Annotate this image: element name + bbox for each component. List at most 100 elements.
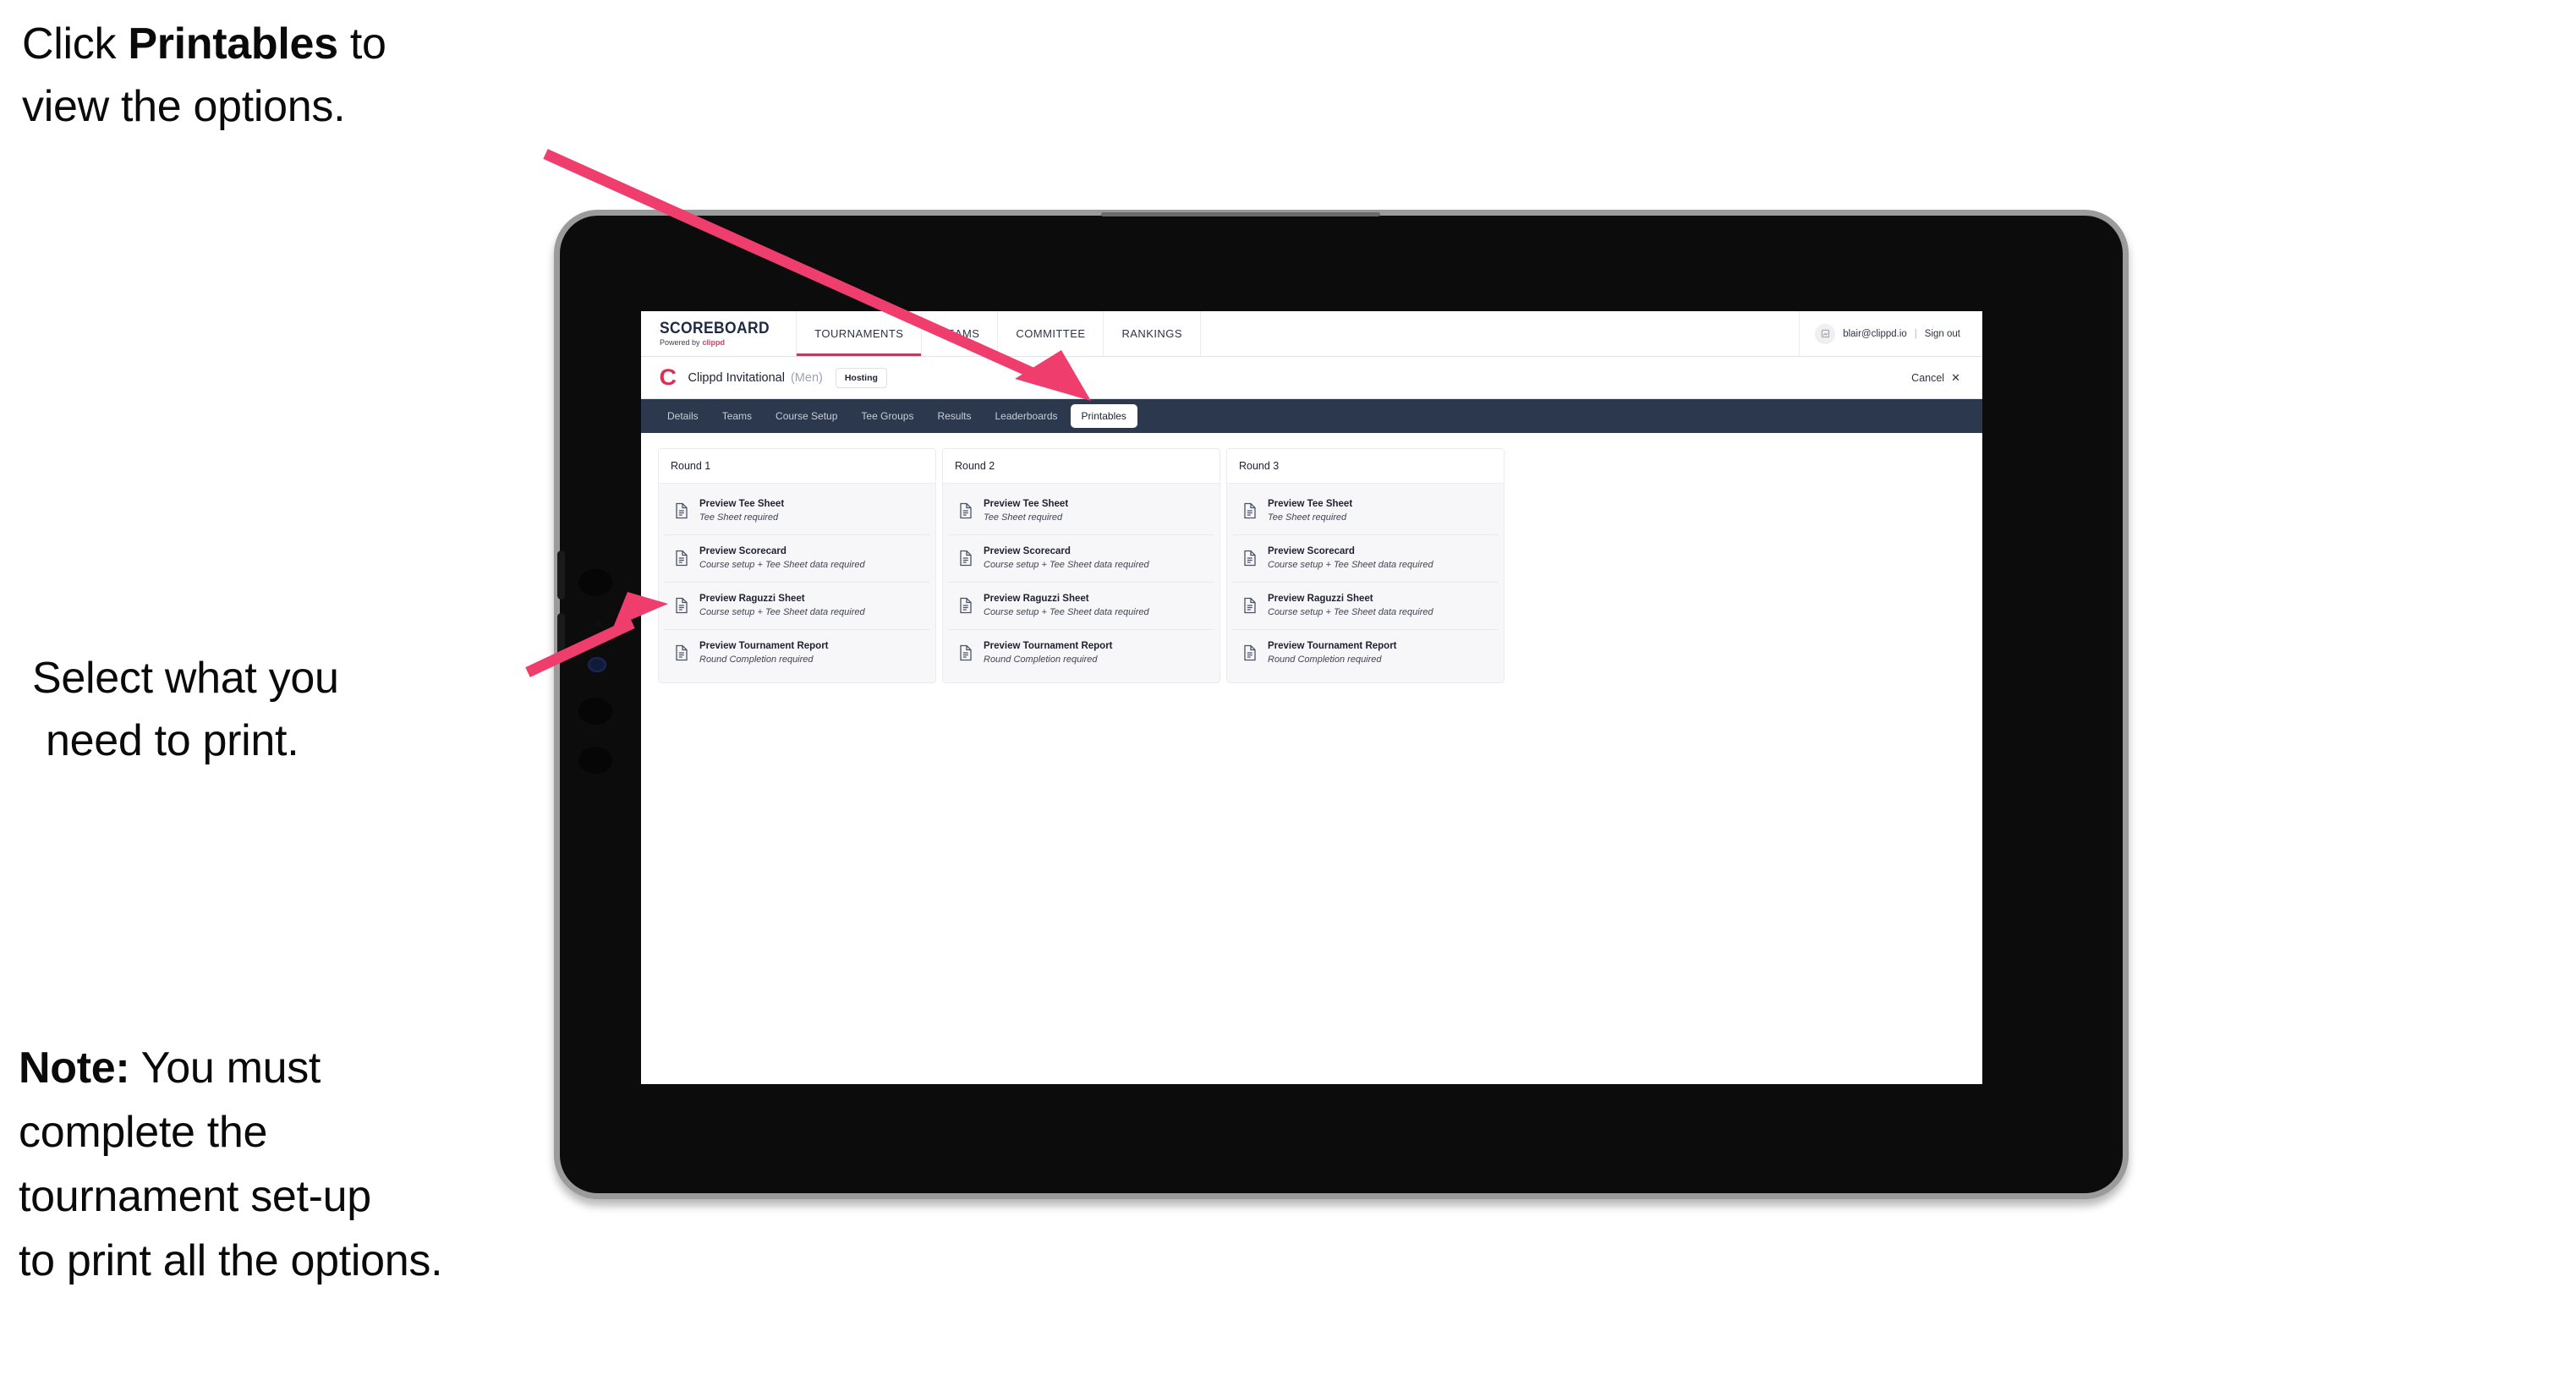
annotation-1-tail: to	[337, 19, 386, 68]
printable-subtitle: Course setup + Tee Sheet data required	[984, 560, 1149, 571]
volume-up-button[interactable]	[557, 551, 565, 600]
topnav-item-teams[interactable]: TEAMS	[922, 311, 999, 356]
printable-text: Preview Tee Sheet Tee Sheet required	[699, 499, 784, 523]
round-items: Preview Tee Sheet Tee Sheet required Pre…	[659, 484, 935, 683]
printable-title: Preview Tee Sheet	[1268, 499, 1353, 509]
document-icon	[958, 550, 973, 567]
printable-title: Preview Tournament Report	[699, 640, 829, 651]
printable-title: Preview Scorecard	[1268, 545, 1355, 556]
cancel-label: Cancel	[1911, 371, 1945, 384]
annotation-1-lead: Click	[22, 19, 129, 68]
printable-subtitle: Tee Sheet required	[1268, 512, 1347, 523]
topnav-item-tournaments[interactable]: TOURNAMENTS	[797, 311, 923, 356]
printable-title: Preview Raguzzi Sheet	[984, 593, 1089, 604]
topnav-item-rankings[interactable]: RANKINGS	[1104, 311, 1201, 356]
printable-item[interactable]: Preview Scorecard Course setup + Tee She…	[664, 534, 930, 583]
tablet-device-mockup: SCOREBOARD Powered by clippd TOURNAMENTS…	[554, 210, 2129, 1199]
round-column: Round 3 Preview Tee Sheet Tee Sheet requ…	[1226, 448, 1504, 684]
clippd-wordmark: clippd	[702, 338, 726, 347]
document-icon	[674, 597, 689, 614]
tab-course-setup[interactable]: Course Setup	[765, 404, 848, 428]
topnav-item-committee[interactable]: COMMITTEE	[998, 311, 1104, 356]
printable-item[interactable]: Preview Tournament Report Round Completi…	[1232, 629, 1499, 677]
printable-text: Preview Raguzzi Sheet Course setup + Tee…	[984, 594, 1149, 618]
annotation-3-rest: You must	[129, 1044, 321, 1093]
printable-item[interactable]: Preview Raguzzi Sheet Course setup + Tee…	[948, 582, 1214, 630]
section-tab-bar: Details Teams Course Setup Tee Groups Re…	[641, 399, 1982, 433]
document-icon	[958, 644, 973, 661]
printable-text: Preview Scorecard Course setup + Tee She…	[1268, 546, 1433, 571]
brand-title: SCOREBOARD	[660, 320, 770, 337]
tab-teams[interactable]: Teams	[711, 404, 763, 428]
printable-subtitle: Course setup + Tee Sheet data required	[984, 606, 1149, 617]
camera-lens-icon	[578, 569, 612, 596]
printable-subtitle: Round Completion required	[699, 654, 814, 665]
printable-text: Preview Scorecard Course setup + Tee She…	[699, 546, 865, 571]
tab-printables[interactable]: Printables	[1070, 404, 1137, 428]
account-area: blair@clippd.io | Sign out	[1800, 311, 1982, 356]
tournament-gender: (Men)	[790, 370, 823, 385]
hosting-status-badge: Hosting	[835, 367, 887, 388]
app-screen: SCOREBOARD Powered by clippd TOURNAMENTS…	[641, 311, 1982, 1084]
camera-lens-blue-icon	[588, 657, 606, 672]
round-title: Round 1	[659, 449, 935, 484]
topnav-label-teams: TEAMS	[940, 327, 980, 340]
printable-title: Preview Raguzzi Sheet	[1268, 593, 1373, 604]
account-email: blair@clippd.io	[1843, 328, 1907, 339]
sign-out-link[interactable]: Sign out	[1925, 329, 1960, 339]
printable-text: Preview Tee Sheet Tee Sheet required	[1268, 499, 1352, 523]
tab-results[interactable]: Results	[926, 404, 982, 428]
printable-text: Preview Tournament Report Round Completi…	[699, 641, 829, 666]
user-avatar-icon[interactable]	[1815, 323, 1836, 344]
printable-item[interactable]: Preview Tee Sheet Tee Sheet required	[948, 488, 1214, 535]
document-icon	[674, 550, 689, 567]
printable-text: Preview Tournament Report Round Completi…	[984, 641, 1113, 666]
printable-title: Preview Scorecard	[699, 545, 787, 556]
camera-lens-tertiary-icon	[578, 747, 612, 774]
printable-item[interactable]: Preview Tournament Report Round Completi…	[664, 629, 930, 677]
topnav-label-tournaments: TOURNAMENTS	[814, 327, 904, 340]
topnav-label-committee: COMMITTEE	[1016, 327, 1086, 340]
volume-down-button[interactable]	[557, 613, 565, 662]
tournament-name: Clippd Invitational	[688, 370, 785, 385]
tab-label-leaderboards: Leaderboards	[995, 410, 1058, 422]
printable-text: Preview Tournament Report Round Completi…	[1268, 641, 1397, 666]
annotation-select-to-print: Select what you need to print.	[32, 656, 556, 763]
tab-details[interactable]: Details	[656, 404, 710, 428]
printable-text: Preview Raguzzi Sheet Course setup + Tee…	[1268, 594, 1433, 618]
tab-label-printables: Printables	[1081, 410, 1126, 422]
printable-item[interactable]: Preview Tee Sheet Tee Sheet required	[664, 488, 930, 535]
round-items: Preview Tee Sheet Tee Sheet required Pre…	[943, 484, 1219, 683]
scoreboard-logo[interactable]: SCOREBOARD Powered by clippd	[641, 311, 797, 356]
printable-title: Preview Scorecard	[984, 545, 1071, 556]
printable-subtitle: Course setup + Tee Sheet data required	[1268, 606, 1433, 617]
tab-leaderboards[interactable]: Leaderboards	[984, 404, 1068, 428]
printable-item[interactable]: Preview Raguzzi Sheet Course setup + Tee…	[664, 582, 930, 630]
printable-subtitle: Tee Sheet required	[699, 512, 779, 523]
document-icon	[1242, 502, 1258, 519]
cancel-button[interactable]: Cancel ✕	[1911, 372, 1960, 384]
screenshot-root: Click Printables to view the options. Se…	[0, 0, 2576, 1386]
powered-by-label: Powered by	[660, 338, 700, 347]
printable-subtitle: Round Completion required	[1268, 654, 1382, 665]
tournament-title-bar: C Clippd Invitational (Men) Hosting Canc…	[641, 357, 1982, 399]
printable-title: Preview Raguzzi Sheet	[699, 593, 805, 604]
annotation-1-line2: view the options.	[22, 82, 346, 131]
printable-item[interactable]: Preview Scorecard Course setup + Tee She…	[1232, 534, 1499, 583]
tab-label-results: Results	[937, 410, 972, 422]
round-column: Round 2 Preview Tee Sheet Tee Sheet requ…	[942, 448, 1220, 684]
printable-item[interactable]: Preview Raguzzi Sheet Course setup + Tee…	[1232, 582, 1499, 630]
document-icon	[1242, 550, 1258, 567]
document-icon	[958, 597, 973, 614]
printable-item[interactable]: Preview Tee Sheet Tee Sheet required	[1232, 488, 1499, 535]
printables-content: Round 1 Preview Tee Sheet Tee Sheet requ…	[641, 433, 1982, 1084]
printable-subtitle: Course setup + Tee Sheet data required	[1268, 560, 1433, 571]
printable-text: Preview Tee Sheet Tee Sheet required	[984, 499, 1068, 523]
annotation-3-line4: to print all the options.	[19, 1236, 443, 1285]
printable-item[interactable]: Preview Scorecard Course setup + Tee She…	[948, 534, 1214, 583]
tablet-speaker-grille	[1101, 212, 1380, 216]
tab-tee-groups[interactable]: Tee Groups	[850, 404, 924, 428]
round-column: Round 1 Preview Tee Sheet Tee Sheet requ…	[658, 448, 936, 684]
printable-item[interactable]: Preview Tournament Report Round Completi…	[948, 629, 1214, 677]
account-separator: |	[1914, 328, 1917, 339]
